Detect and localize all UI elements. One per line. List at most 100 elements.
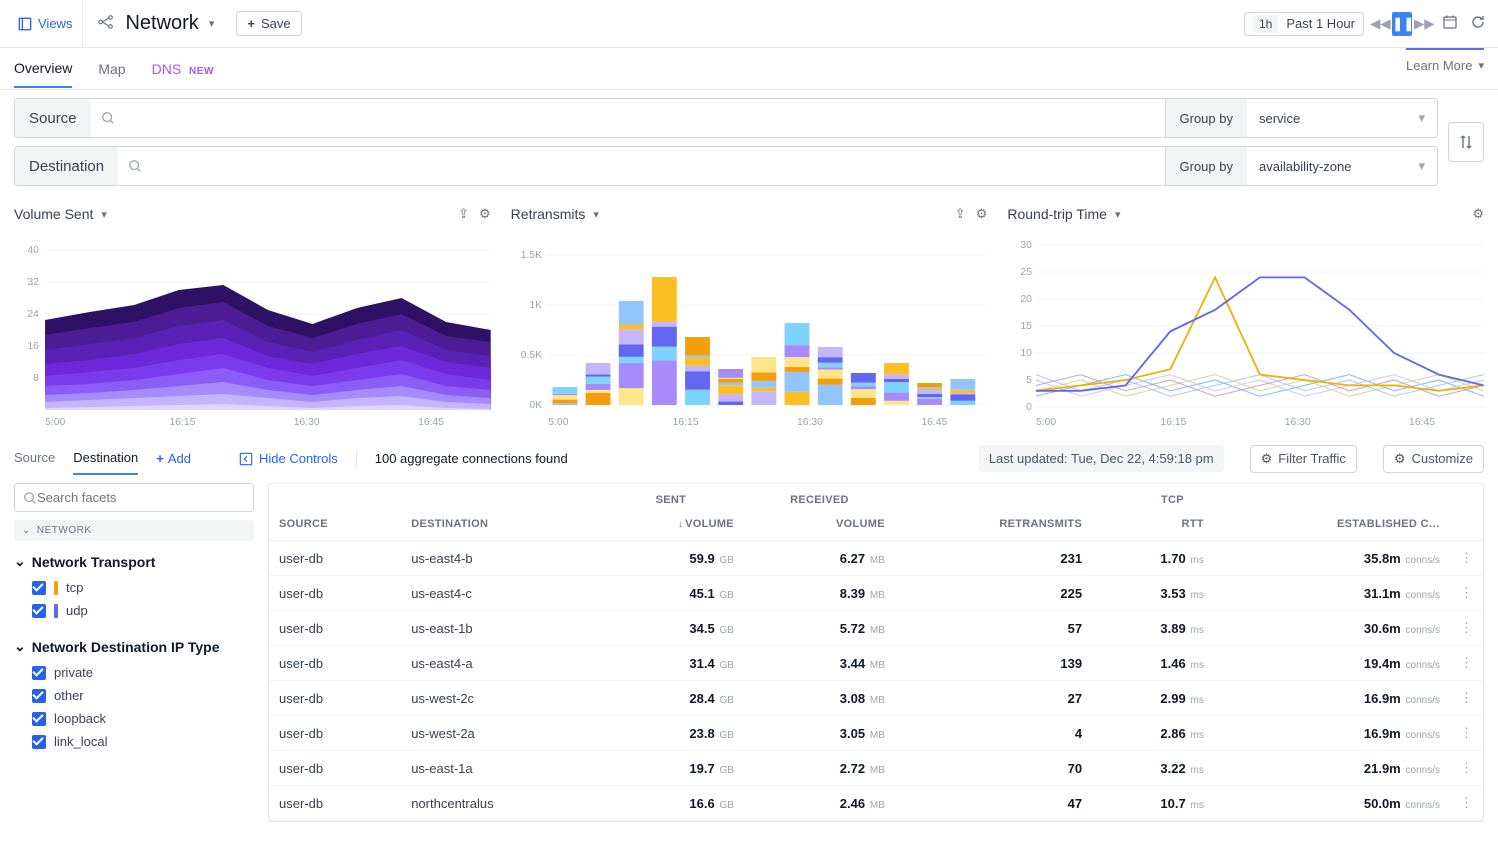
facet-group-network[interactable]: ⌄ NETWORK xyxy=(14,520,254,541)
chart-rtt[interactable]: 30 25 20 15 10 5 0 5:00 16:15 16:30 16:4… xyxy=(1007,230,1484,430)
svg-text:1.5K: 1.5K xyxy=(520,250,542,261)
facet-iptype-header[interactable]: ⌄ Network Destination IP Type xyxy=(14,632,254,661)
cell-rtt: 1.46 ms xyxy=(1092,646,1214,681)
refresh-button[interactable] xyxy=(1466,12,1490,36)
col-received-volume[interactable]: VOLUME xyxy=(744,508,895,541)
col-source[interactable]: SOURCE xyxy=(269,508,401,541)
title-dropdown[interactable]: ▾ xyxy=(209,17,215,30)
table-row[interactable]: user-db us-east4-a 31.4 GB 3.44 MB 139 1… xyxy=(269,646,1483,681)
cell-established: 30.6m conns/s xyxy=(1214,611,1450,646)
row-menu-button[interactable]: ⋮ xyxy=(1450,786,1483,821)
facet-iptype-item[interactable]: private xyxy=(14,661,254,684)
svg-text:0.5K: 0.5K xyxy=(520,350,542,361)
learn-more-dropdown[interactable]: Learn More ▾ xyxy=(1406,58,1484,73)
chart-retransmits[interactable]: 1.5K 1K 0.5K 0K 5:00 16:15 16:30 16:45 xyxy=(511,230,988,430)
divider xyxy=(356,450,357,468)
svg-text:8: 8 xyxy=(33,373,39,384)
table-row[interactable]: user-db us-east-1b 34.5 GB 5.72 MB 57 3.… xyxy=(269,611,1483,646)
table-row[interactable]: user-db us-east4-b 59.9 GB 6.27 MB 231 1… xyxy=(269,541,1483,576)
cell-source: user-db xyxy=(269,716,401,751)
destination-filter-label: Destination xyxy=(15,147,118,185)
facet-transport-item[interactable]: udp xyxy=(14,599,254,622)
source-filter-input[interactable] xyxy=(121,110,1155,126)
svg-text:0K: 0K xyxy=(529,400,542,411)
chart-settings-icon[interactable]: ⚙ xyxy=(976,206,988,222)
tab-dns[interactable]: DNS NEW xyxy=(152,51,214,87)
destination-filter-input[interactable] xyxy=(148,158,1154,174)
svg-text:0: 0 xyxy=(1026,402,1032,413)
views-button[interactable]: Views xyxy=(8,0,83,47)
row-menu-button[interactable]: ⋮ xyxy=(1450,716,1483,751)
chart-settings-icon[interactable]: ⚙ xyxy=(479,206,491,222)
source-groupby-select[interactable]: service ▾ xyxy=(1247,99,1437,137)
cell-received: 2.72 MB xyxy=(744,751,895,786)
cell-received: 5.72 MB xyxy=(744,611,895,646)
table-row[interactable]: user-db us-east-1a 19.7 GB 2.72 MB 70 3.… xyxy=(269,751,1483,786)
results-tab-source[interactable]: Source xyxy=(14,442,55,475)
destination-groupby-select[interactable]: availability-zone ▾ xyxy=(1247,147,1437,185)
chart-retransmits-menu[interactable]: ▾ xyxy=(593,208,599,221)
col-sent-volume[interactable]: ↓VOLUME xyxy=(598,508,744,541)
cell-received: 3.08 MB xyxy=(744,681,895,716)
chart-rtt-menu[interactable]: ▾ xyxy=(1115,208,1121,221)
row-menu-button[interactable]: ⋮ xyxy=(1450,681,1483,716)
chart-retransmits-title: Retransmits xyxy=(511,206,586,222)
facet-search-input[interactable] xyxy=(37,490,245,505)
col-retransmits[interactable]: RETRANSMITS xyxy=(895,508,1092,541)
time-forward-button[interactable]: ▶▶ xyxy=(1414,12,1434,36)
chart-settings-icon[interactable]: ⚙ xyxy=(1472,206,1484,222)
time-back-button[interactable]: ◀◀ xyxy=(1370,12,1390,36)
hide-controls-button[interactable]: Hide Controls xyxy=(239,451,338,466)
save-button[interactable]: + Save xyxy=(236,11,301,36)
facet-search[interactable] xyxy=(14,483,254,512)
facet-transport-item[interactable]: tcp xyxy=(14,576,254,599)
calendar-button[interactable] xyxy=(1438,12,1462,36)
row-menu-button[interactable]: ⋮ xyxy=(1450,576,1483,611)
table-row[interactable]: user-db us-east4-c 45.1 GB 8.39 MB 225 3… xyxy=(269,576,1483,611)
col-established[interactable]: ESTABLISHED C… xyxy=(1214,508,1450,541)
chart-export-icon[interactable]: ⇪ xyxy=(458,206,469,222)
facet-iptype-item[interactable]: other xyxy=(14,684,254,707)
chart-volume-sent-menu[interactable]: ▾ xyxy=(101,208,107,221)
cell-destination: northcentralus xyxy=(401,786,598,821)
results-tab-destination[interactable]: Destination xyxy=(73,442,138,475)
cell-sent: 23.8 GB xyxy=(598,716,744,751)
cell-retransmits: 27 xyxy=(895,681,1092,716)
facet-iptype-item[interactable]: loopback xyxy=(14,707,254,730)
facet-iptype-item[interactable]: link_local xyxy=(14,730,254,753)
svg-text:5:00: 5:00 xyxy=(548,417,568,428)
timerange-picker[interactable]: 1h Past 1 Hour xyxy=(1244,12,1364,36)
cell-established: 16.9m conns/s xyxy=(1214,681,1450,716)
results-add-button[interactable]: + Add xyxy=(156,442,191,475)
cell-destination: us-west-2c xyxy=(401,681,598,716)
chart-export-icon[interactable]: ⇪ xyxy=(955,206,966,222)
row-menu-button[interactable]: ⋮ xyxy=(1450,751,1483,786)
table-row[interactable]: user-db us-west-2a 23.8 GB 3.05 MB 4 2.8… xyxy=(269,716,1483,751)
facet-group-network-label: NETWORK xyxy=(37,525,92,536)
network-icon xyxy=(97,13,115,34)
col-rtt[interactable]: RTT xyxy=(1092,508,1214,541)
panel-collapse-icon xyxy=(239,452,253,466)
cell-source: user-db xyxy=(269,646,401,681)
cell-received: 8.39 MB xyxy=(744,576,895,611)
facet-item-label: other xyxy=(54,688,84,703)
swap-src-dst-button[interactable] xyxy=(1448,122,1484,162)
table-row[interactable]: user-db northcentralus 16.6 GB 2.46 MB 4… xyxy=(269,786,1483,821)
svg-text:24: 24 xyxy=(27,309,39,320)
svg-text:30: 30 xyxy=(1021,240,1033,251)
facet-transport-header[interactable]: ⌄ Network Transport xyxy=(14,547,254,576)
tab-overview[interactable]: Overview xyxy=(14,50,72,88)
filter-traffic-button[interactable]: ⚙ Filter Traffic xyxy=(1250,445,1357,473)
svg-text:16: 16 xyxy=(27,341,39,352)
row-menu-button[interactable]: ⋮ xyxy=(1450,646,1483,681)
col-destination[interactable]: DESTINATION xyxy=(401,508,598,541)
customize-button[interactable]: ⚙ Customize xyxy=(1383,445,1484,473)
cell-rtt: 2.99 ms xyxy=(1092,681,1214,716)
cell-established: 50.0m conns/s xyxy=(1214,786,1450,821)
chart-volume-sent[interactable]: 40 32 24 16 8 5:00 16:15 16:30 xyxy=(14,230,491,430)
table-row[interactable]: user-db us-west-2c 28.4 GB 3.08 MB 27 2.… xyxy=(269,681,1483,716)
row-menu-button[interactable]: ⋮ xyxy=(1450,541,1483,576)
row-menu-button[interactable]: ⋮ xyxy=(1450,611,1483,646)
tab-map[interactable]: Map xyxy=(98,51,125,87)
time-pause-button[interactable]: ❚❚ xyxy=(1392,12,1412,36)
